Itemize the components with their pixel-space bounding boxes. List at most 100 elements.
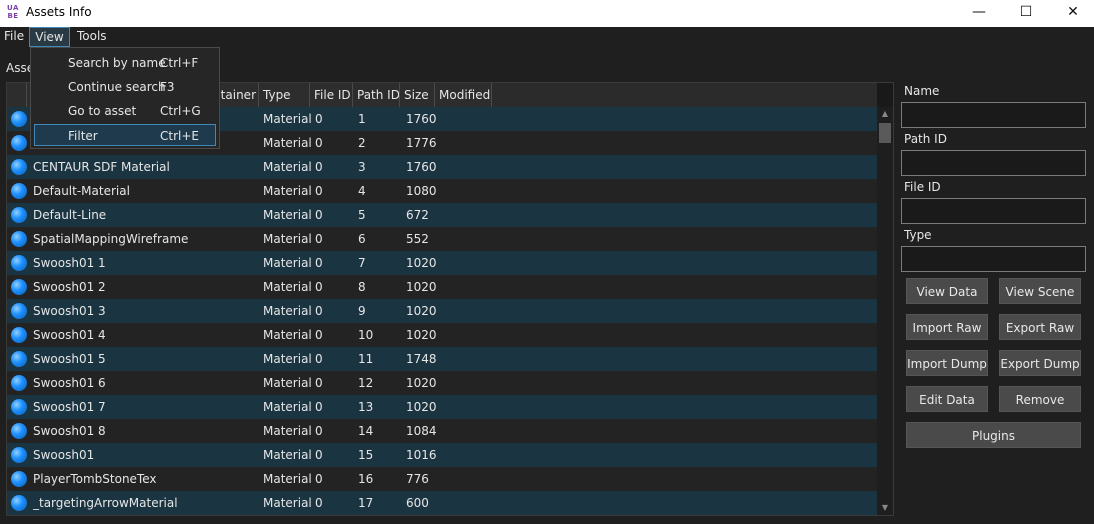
window-title: Assets Info [26, 5, 92, 19]
view-data-button[interactable]: View Data [906, 278, 988, 304]
menu-item-search-by-name[interactable]: Search by name Ctrl+F [34, 52, 216, 74]
import-dump-button[interactable]: Import Dump [906, 350, 988, 376]
table-row[interactable]: Swoosh01 6 Material 0 12 1020 [7, 371, 877, 395]
table-scrollbar[interactable]: ▲ ▼ [877, 107, 893, 515]
scroll-thumb[interactable] [879, 123, 891, 143]
row-name: CENTAUR SDF Material [33, 160, 170, 174]
table-row[interactable]: Swoosh01 2 Material 0 8 1020 [7, 275, 877, 299]
row-path-id: 8 [358, 280, 366, 294]
table-row[interactable]: Default-Material Material 0 4 1080 [7, 179, 877, 203]
column-header-size[interactable]: Size [400, 83, 435, 107]
table-row[interactable]: Swoosh01 5 Material 0 11 1748 [7, 347, 877, 371]
row-path-id: 9 [358, 304, 366, 318]
row-name: SpatialMappingWireframe [33, 232, 189, 246]
row-size: 1760 [406, 112, 437, 126]
close-button[interactable]: ✕ [1050, 0, 1094, 27]
export-raw-button[interactable]: Export Raw [999, 314, 1081, 340]
column-header-type[interactable]: Type [259, 83, 310, 107]
table-row[interactable]: PlayerTombStoneTex Material 0 16 776 [7, 467, 877, 491]
scroll-down-icon[interactable]: ▼ [877, 501, 893, 515]
table-row[interactable]: SpatialMappingWireframe Material 0 6 552 [7, 227, 877, 251]
row-type: Material [263, 160, 312, 174]
row-file-id: 0 [315, 328, 323, 342]
row-type: Material [263, 496, 312, 510]
row-file-id: 0 [315, 376, 323, 390]
row-type: Material [263, 184, 312, 198]
column-header-modified[interactable]: Modified [435, 83, 492, 107]
row-name: Swoosh01 6 [33, 376, 106, 390]
row-type: Material [263, 208, 312, 222]
row-file-id: 0 [315, 448, 323, 462]
path-id-input[interactable] [901, 150, 1086, 176]
edit-data-button[interactable]: Edit Data [906, 386, 988, 412]
column-header-file-id[interactable]: File ID [310, 83, 353, 107]
name-input[interactable] [901, 102, 1086, 128]
maximize-button[interactable]: ☐ [1003, 0, 1049, 27]
row-path-id: 4 [358, 184, 366, 198]
row-size: 1020 [406, 376, 437, 390]
row-size: 672 [406, 208, 429, 222]
name-label: Name [904, 84, 940, 98]
type-input[interactable] [901, 246, 1086, 272]
menu-item-filter[interactable]: Filter Ctrl+E [34, 124, 216, 146]
material-sphere-icon [11, 423, 27, 439]
menu-view[interactable]: View [29, 27, 70, 47]
row-path-id: 2 [358, 136, 366, 150]
table-row[interactable]: _targetingArrowMaterial Material 0 17 600 [7, 491, 877, 515]
row-file-id: 0 [315, 280, 323, 294]
minimize-button[interactable]: — [956, 0, 1002, 27]
export-dump-button[interactable]: Export Dump [999, 350, 1081, 376]
plugins-button[interactable]: Plugins [906, 422, 1081, 448]
remove-button[interactable]: Remove [999, 386, 1081, 412]
row-type: Material [263, 328, 312, 342]
row-file-id: 0 [315, 400, 323, 414]
column-header-path-id[interactable]: Path ID [353, 83, 400, 107]
row-path-id: 17 [358, 496, 374, 510]
table-row[interactable]: Default-Line Material 0 5 672 [7, 203, 877, 227]
row-file-id: 0 [315, 496, 323, 510]
row-type: Material [263, 352, 312, 366]
material-sphere-icon [11, 279, 27, 295]
menu-tools[interactable]: Tools [73, 27, 111, 47]
close-icon: ✕ [1067, 4, 1079, 20]
scroll-up-icon[interactable]: ▲ [877, 107, 893, 121]
file-id-input[interactable] [901, 198, 1086, 224]
table-row[interactable]: Swoosh01 Material 0 15 1016 [7, 443, 877, 467]
maximize-icon: ☐ [1019, 4, 1033, 20]
import-raw-button[interactable]: Import Raw [906, 314, 988, 340]
title-bar: UA BE Assets Info — ☐ ✕ [0, 0, 1094, 27]
table-row[interactable]: Swoosh01 3 Material 0 9 1020 [7, 299, 877, 323]
row-size: 1760 [406, 160, 437, 174]
table-row[interactable]: Swoosh01 1 Material 0 7 1020 [7, 251, 877, 275]
table-row[interactable]: Swoosh01 7 Material 0 13 1020 [7, 395, 877, 419]
table-row[interactable]: CENTAUR SDF Material Material 0 3 1760 [7, 155, 877, 179]
row-type: Material [263, 280, 312, 294]
material-sphere-icon [11, 447, 27, 463]
view-scene-button[interactable]: View Scene [999, 278, 1081, 304]
menu-file[interactable]: File [0, 27, 28, 47]
row-path-id: 3 [358, 160, 366, 174]
row-name: Default-Line [33, 208, 107, 222]
row-path-id: 14 [358, 424, 374, 438]
column-header-icon[interactable] [7, 83, 27, 107]
table-row[interactable]: Swoosh01 4 Material 0 10 1020 [7, 323, 877, 347]
row-size: 776 [406, 472, 429, 486]
material-sphere-icon [11, 207, 27, 223]
row-path-id: 7 [358, 256, 366, 270]
row-name: Default-Material [33, 184, 130, 198]
row-size: 552 [406, 232, 429, 246]
app-logo-icon: UA BE [7, 4, 19, 20]
row-type: Material [263, 472, 312, 486]
row-size: 1020 [406, 328, 437, 342]
material-sphere-icon [11, 399, 27, 415]
menu-item-go-to-asset[interactable]: Go to asset Ctrl+G [34, 100, 216, 122]
menu-item-continue-search[interactable]: Continue search F3 [34, 76, 216, 98]
minimize-icon: — [972, 4, 986, 20]
path-id-label: Path ID [904, 132, 947, 146]
material-sphere-icon [11, 471, 27, 487]
row-file-id: 0 [315, 256, 323, 270]
material-sphere-icon [11, 351, 27, 367]
row-name: Swoosh01 5 [33, 352, 106, 366]
row-size: 1020 [406, 304, 437, 318]
table-row[interactable]: Swoosh01 8 Material 0 14 1084 [7, 419, 877, 443]
